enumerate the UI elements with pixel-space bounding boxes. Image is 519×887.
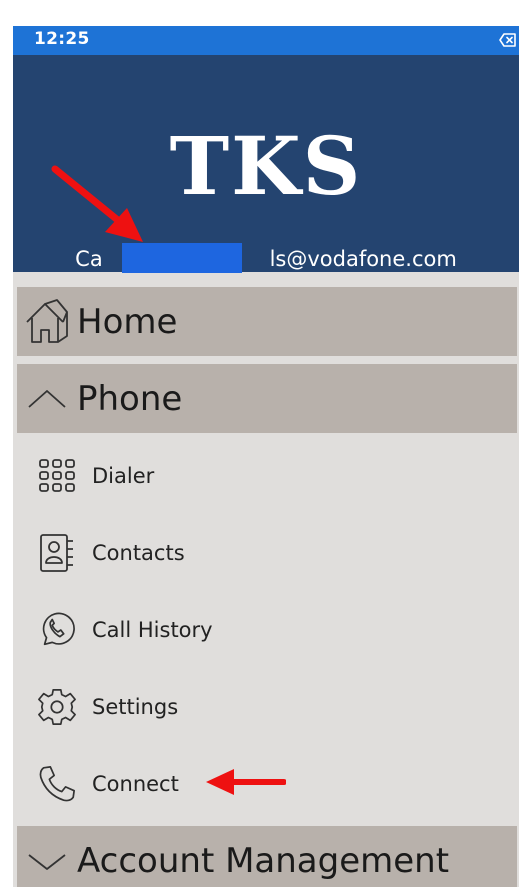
home-icon xyxy=(21,296,73,348)
menu-account-management[interactable]: Account Management xyxy=(17,826,517,887)
whatsapp-phone-icon xyxy=(37,610,77,650)
contacts-book-icon xyxy=(37,533,77,573)
menu-phone-label: Phone xyxy=(77,378,183,419)
menu-item-contacts[interactable]: Contacts xyxy=(37,531,337,575)
status-bar: 12:25 xyxy=(13,26,519,55)
clear-icon[interactable] xyxy=(499,31,517,49)
menu-phone[interactable]: Phone xyxy=(17,364,517,433)
drawer-header: TKS Ca ls@vodafone.com xyxy=(13,55,519,273)
chevron-up-icon xyxy=(21,373,73,425)
menu-item-settings[interactable]: Settings xyxy=(37,685,337,729)
gear-icon xyxy=(37,687,77,727)
dialpad-icon xyxy=(37,456,77,496)
chevron-down-icon xyxy=(21,835,73,887)
menu-item-dialer[interactable]: Dialer xyxy=(37,454,337,498)
status-time: 12:25 xyxy=(34,29,90,49)
app-screen: 12:25 TKS Ca ls@vodafone.com Home Phone … xyxy=(13,26,519,887)
menu-item-connect[interactable]: Connect xyxy=(37,762,337,806)
menu-item-connect-label: Connect xyxy=(92,772,179,796)
annotation-arrow-down xyxy=(51,165,143,242)
phone-icon xyxy=(37,764,77,804)
menu-item-call-history[interactable]: Call History xyxy=(37,608,337,652)
menu-home[interactable]: Home xyxy=(17,287,517,356)
menu-item-dialer-label: Dialer xyxy=(92,464,155,488)
annotation-arrow-left xyxy=(206,769,286,795)
menu-item-contacts-label: Contacts xyxy=(92,541,185,565)
menu-item-settings-label: Settings xyxy=(92,695,179,719)
menu-account-management-label: Account Management xyxy=(77,841,450,881)
menu-item-call-history-label: Call History xyxy=(92,618,213,642)
menu-home-label: Home xyxy=(77,301,178,342)
